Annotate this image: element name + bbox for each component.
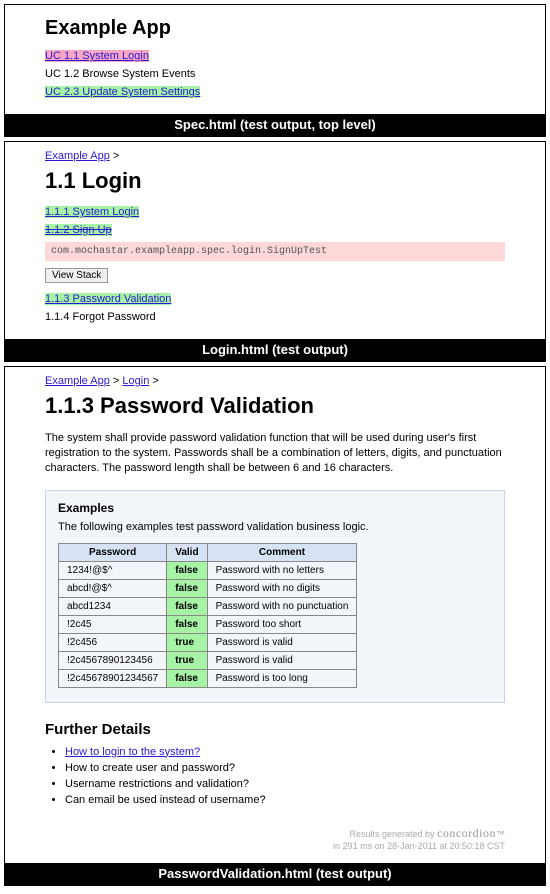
table-row: !2c45falsePassword too short (59, 615, 357, 633)
cell-comment: Password is valid (207, 651, 357, 669)
frame-login-body: Example App > 1.1 Login 1.1.1 System Log… (5, 142, 545, 339)
table-row: !2c45678901234567falsePassword is too lo… (59, 669, 357, 687)
item-row: 1.1.3 Password Validation (45, 293, 505, 305)
table-row: abcd1234falsePassword with no punctuatio… (59, 597, 357, 615)
cell-password: !2c45678901234567 (59, 669, 167, 687)
footer-line2: in 291 ms on 28-Jan-2011 at 20:50:18 CST (333, 841, 505, 851)
uc-text-2: UC 1.2 Browse System Events (45, 68, 195, 80)
footer-note: Results generated by concordion™ in 291 … (45, 826, 505, 853)
cell-comment: Password is valid (207, 633, 357, 651)
page-title: 1.1.3 Password Validation (45, 393, 505, 419)
cell-valid: true (167, 651, 207, 669)
cell-comment: Password too short (207, 615, 357, 633)
cell-valid: false (167, 597, 207, 615)
cell-password: abcd!@$^ (59, 579, 167, 597)
cell-password: !2c45 (59, 615, 167, 633)
breadcrumb-login[interactable]: Login (122, 375, 149, 387)
frame-password-validation: Example App > Login > 1.1.3 Password Val… (4, 366, 546, 886)
breadcrumb-sep: > (152, 375, 158, 387)
further-heading: Further Details (45, 721, 505, 738)
list-item: Can email be used instead of username? (65, 794, 505, 806)
error-box: com.mochastar.exampleapp.spec.login.Sign… (45, 242, 505, 261)
cell-comment: Password with no punctuation (207, 597, 357, 615)
item-system-login[interactable]: 1.1.1 System Login (45, 206, 139, 218)
uc-row: UC 1.1 System Login (45, 50, 505, 62)
uc-row: UC 2.3 Update System Settings (45, 86, 505, 98)
frame-spec-body: Example App UC 1.1 System Login UC 1.2 B… (5, 5, 545, 114)
cell-valid: false (167, 561, 207, 579)
footer-brand: concordion (437, 826, 496, 840)
examples-heading: Examples (58, 501, 492, 515)
table-row: 1234!@$^falsePassword with no letters (59, 561, 357, 579)
app-title: Example App (45, 17, 505, 40)
th-password: Password (59, 543, 167, 561)
list-item: Username restrictions and validation? (65, 778, 505, 790)
item-forgot-password: 1.1.4 Forgot Password (45, 311, 156, 323)
item-signup[interactable]: 1.1.2 Sign Up (45, 224, 112, 236)
table-row: abcd!@$^falsePassword with no digits (59, 579, 357, 597)
cell-comment: Password with no letters (207, 561, 357, 579)
breadcrumb: Example App > Login > (45, 375, 505, 387)
th-valid: Valid (167, 543, 207, 561)
item-password-validation[interactable]: 1.1.3 Password Validation (45, 293, 171, 305)
frame-caption: PasswordValidation.html (test output) (5, 863, 545, 885)
breadcrumb-app[interactable]: Example App (45, 375, 110, 387)
cell-comment: Password with no digits (207, 579, 357, 597)
list-item: How to login to the system? (65, 746, 505, 758)
breadcrumb-sep: > (113, 150, 119, 162)
breadcrumb: Example App > (45, 150, 505, 162)
frame-pv-body: Example App > Login > 1.1.3 Password Val… (5, 367, 545, 863)
breadcrumb-sep: > (113, 375, 119, 387)
table-row: !2c456truePassword is valid (59, 633, 357, 651)
examples-box: Examples The following examples test pas… (45, 490, 505, 703)
table-header-row: Password Valid Comment (59, 543, 357, 561)
cell-password: !2c4567890123456 (59, 651, 167, 669)
item-row: 1.1.2 Sign Up (45, 224, 505, 236)
breadcrumb-app[interactable]: Example App (45, 150, 110, 162)
detail-link[interactable]: How to login to the system? (65, 746, 200, 758)
description: The system shall provide password valida… (45, 431, 505, 476)
cell-valid: false (167, 615, 207, 633)
frame-caption: Login.html (test output) (5, 339, 545, 361)
frame-spec: Example App UC 1.1 System Login UC 1.2 B… (4, 4, 546, 137)
frame-login: Example App > 1.1 Login 1.1.1 System Log… (4, 141, 546, 362)
page-title: 1.1 Login (45, 168, 505, 194)
th-comment: Comment (207, 543, 357, 561)
cell-valid: false (167, 579, 207, 597)
examples-table: Password Valid Comment 1234!@$^falsePass… (58, 543, 357, 688)
cell-password: 1234!@$^ (59, 561, 167, 579)
footer-prefix: Results generated by (349, 829, 437, 839)
table-row: !2c4567890123456truePassword is valid (59, 651, 357, 669)
item-row: 1.1.4 Forgot Password (45, 311, 505, 323)
uc-link-3[interactable]: UC 2.3 Update System Settings (45, 86, 200, 98)
cell-comment: Password is too long (207, 669, 357, 687)
examples-tbody: 1234!@$^falsePassword with no lettersabc… (59, 561, 357, 687)
tm-icon: ™ (496, 829, 505, 839)
cell-password: abcd1234 (59, 597, 167, 615)
cell-password: !2c456 (59, 633, 167, 651)
frame-caption: Spec.html (test output, top level) (5, 114, 545, 136)
view-stack-button[interactable]: View Stack (45, 268, 108, 283)
further-list: How to login to the system?How to create… (65, 746, 505, 806)
cell-valid: false (167, 669, 207, 687)
cell-valid: true (167, 633, 207, 651)
uc-link-1[interactable]: UC 1.1 System Login (45, 50, 149, 62)
examples-sub: The following examples test password val… (58, 521, 492, 533)
item-row: 1.1.1 System Login (45, 206, 505, 218)
uc-row: UC 1.2 Browse System Events (45, 68, 505, 80)
